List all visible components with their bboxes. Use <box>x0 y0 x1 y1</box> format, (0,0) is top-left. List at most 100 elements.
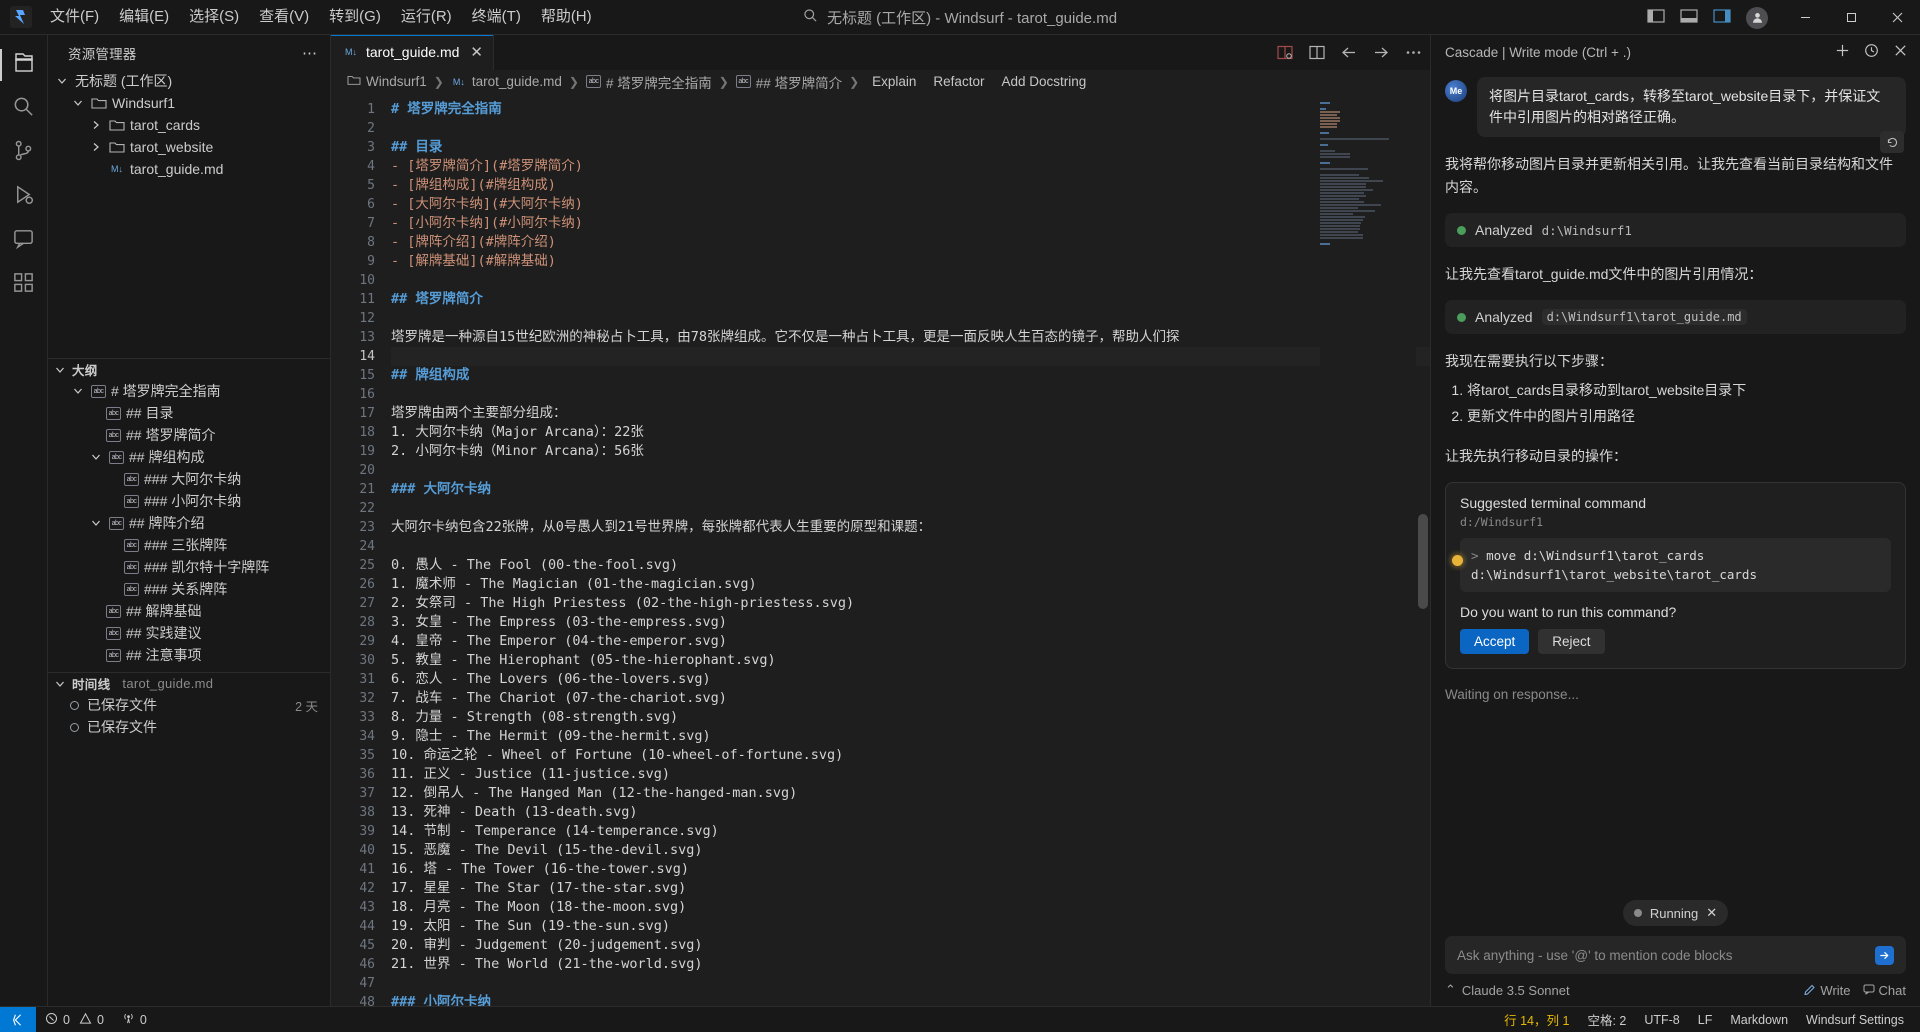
status-windsurf-settings[interactable]: Windsurf Settings <box>1797 1007 1920 1032</box>
code-line[interactable] <box>391 499 1430 518</box>
command-text-box[interactable]: > move d:\Windsurf1\tarot_cards d:\Winds… <box>1460 538 1891 592</box>
breadcrumb-symbol-h1[interactable]: abc # 塔罗牌完全指南 <box>585 72 712 92</box>
toggle-panel-icon[interactable] <box>1680 8 1699 27</box>
editor-scrollbar[interactable] <box>1418 513 1428 609</box>
code-line[interactable]: - [大阿尔卡纳](#大阿尔卡纳) <box>391 195 1430 214</box>
code-action-add-docstring[interactable]: Add Docstring <box>995 74 1092 89</box>
tree-workspace-root[interactable]: 无标题 (工作区) <box>48 70 330 92</box>
breadcrumb-symbol-h2[interactable]: abc ## 塔罗牌简介 <box>735 72 842 92</box>
activity-search[interactable] <box>0 87 48 131</box>
code-line[interactable]: ## 牌组构成 <box>391 366 1430 385</box>
outline-item[interactable]: abc ### 凯尔特十字牌阵 <box>48 556 330 578</box>
code-line[interactable]: 15. 恶魔 - The Devil (15-the-devil.svg) <box>391 841 1430 860</box>
tree-item-windsurf1[interactable]: Windsurf1 <box>48 92 330 114</box>
code-action-explain[interactable]: Explain <box>866 74 922 89</box>
code-line[interactable]: 塔罗牌由两个主要部分组成： <box>391 404 1430 423</box>
outline-item[interactable]: abc ### 三张牌阵 <box>48 534 330 556</box>
cascade-input[interactable] <box>1457 947 1875 963</box>
minimap[interactable] <box>1320 93 1416 1006</box>
tree-item-tarot-website[interactable]: tarot_website <box>48 136 330 158</box>
code-line[interactable]: 11. 正义 - Justice (11-justice.svg) <box>391 765 1430 784</box>
code-line[interactable]: 14. 节制 - Temperance (14-temperance.svg) <box>391 822 1430 841</box>
tab-tarot-guide-md[interactable]: M↓ tarot_guide.md ✕ <box>331 35 494 70</box>
tool-call-card[interactable]: Analyzed d:\Windsurf1 <box>1445 213 1906 247</box>
code-line[interactable]: ## 目录 <box>391 138 1430 157</box>
code-line[interactable]: 12. 倒吊人 - The Hanged Man (12-the-hanged-… <box>391 784 1430 803</box>
code-line[interactable] <box>391 385 1430 404</box>
breadcrumb-folder[interactable]: Windsurf1 <box>347 74 427 89</box>
running-cancel-icon[interactable]: ✕ <box>1706 905 1717 921</box>
menu-selection[interactable]: 选择(S) <box>179 3 249 31</box>
undo-icon[interactable] <box>1880 131 1904 153</box>
code-line[interactable]: - [解牌基础](#解牌基础) <box>391 252 1430 271</box>
status-cursor-position[interactable]: 行 14，列 1 <box>1495 1007 1578 1032</box>
code-line[interactable]: 10. 命运之轮 - Wheel of Fortune (10-wheel-of… <box>391 746 1430 765</box>
code-line[interactable]: 21. 世界 - The World (21-the-world.svg) <box>391 955 1430 974</box>
cascade-input-box[interactable] <box>1445 936 1906 974</box>
code-line[interactable]: 2. 女祭司 - The High Priestess (02-the-high… <box>391 594 1430 613</box>
outline-item[interactable]: abc ## 目录 <box>48 402 330 424</box>
back-arrow-icon[interactable] <box>1340 44 1358 62</box>
reject-button[interactable]: Reject <box>1538 629 1605 654</box>
code-line[interactable] <box>391 309 1430 328</box>
open-preview-icon[interactable] <box>1308 44 1326 62</box>
outline-item[interactable]: abc ## 塔罗牌简介 <box>48 424 330 446</box>
code-line[interactable]: 20. 审判 - Judgement (20-judgement.svg) <box>391 936 1430 955</box>
code-line[interactable]: ### 大阿尔卡纳 <box>391 480 1430 499</box>
activity-run-debug[interactable] <box>0 175 48 219</box>
outline-item[interactable]: abc ## 牌组构成 <box>48 446 330 468</box>
code-line[interactable] <box>391 461 1430 480</box>
tool-call-card[interactable]: Analyzed d:\Windsurf1\tarot_guide.md <box>1445 300 1906 334</box>
code-line[interactable]: 7. 战车 - The Chariot (07-the-chariot.svg) <box>391 689 1430 708</box>
status-language-mode[interactable]: Markdown <box>1721 1007 1797 1032</box>
code-line[interactable]: 4. 皇帝 - The Emperor (04-the-emperor.svg) <box>391 632 1430 651</box>
code-line[interactable]: 9. 隐士 - The Hermit (09-the-hermit.svg) <box>391 727 1430 746</box>
sidebar-more-actions-icon[interactable]: ⋯ <box>302 44 318 62</box>
activity-explorer[interactable] <box>0 43 48 87</box>
code-line[interactable]: # 塔罗牌完全指南 <box>391 100 1430 119</box>
code-editor[interactable]: 1 2 3 4 5 6 7 8 9 10 11 12 13 14 15 16 17 18 19 20 21 22 23 24 2… <box>331 93 1430 1006</box>
code-line[interactable] <box>391 537 1430 556</box>
menu-help[interactable]: 帮助(H) <box>531 3 602 31</box>
close-window-button[interactable] <box>1874 0 1920 35</box>
accept-button[interactable]: Accept <box>1460 629 1530 654</box>
status-eol[interactable]: LF <box>1689 1007 1722 1032</box>
status-encoding[interactable]: UTF-8 <box>1635 1007 1688 1032</box>
code-line[interactable]: - [小阿尔卡纳](#小阿尔卡纳) <box>391 214 1430 233</box>
toggle-primary-sidebar-icon[interactable] <box>1647 8 1666 27</box>
new-conversation-icon[interactable] <box>1835 43 1850 61</box>
activity-extensions[interactable] <box>0 263 48 307</box>
code-content[interactable]: # 塔罗牌完全指南 ## 目录 - [塔罗牌简介](#塔罗牌简介) - [牌组构成](… <box>391 94 1430 1006</box>
maximize-button[interactable] <box>1828 0 1874 35</box>
outline-item[interactable]: abc # 塔罗牌完全指南 <box>48 380 330 402</box>
timeline-entry[interactable]: 已保存文件 <box>48 716 330 738</box>
split-editor-icon[interactable] <box>1276 44 1294 62</box>
code-line[interactable]: - [牌阵介绍](#牌阵介绍) <box>391 233 1430 252</box>
code-line[interactable]: - [牌组构成](#牌组构成) <box>391 176 1430 195</box>
mode-chat[interactable]: Chat <box>1863 983 1906 998</box>
code-line[interactable]: 1. 魔术师 - The Magician (01-the-magician.s… <box>391 575 1430 594</box>
toggle-secondary-sidebar-icon[interactable] <box>1713 8 1732 27</box>
code-line[interactable]: - [塔罗牌简介](#塔罗牌简介) <box>391 157 1430 176</box>
status-problems[interactable]: 0 0 <box>36 1007 113 1032</box>
model-selector[interactable]: ⌃ Claude 3.5 Sonnet <box>1445 982 1570 998</box>
close-icon[interactable] <box>1893 43 1908 61</box>
code-line[interactable]: 16. 塔 - The Tower (16-the-tower.svg) <box>391 860 1430 879</box>
menu-edit[interactable]: 编辑(E) <box>109 3 179 31</box>
outline-item[interactable]: abc ### 小阿尔卡纳 <box>48 490 330 512</box>
status-ports[interactable]: 0 <box>113 1007 156 1032</box>
menu-go[interactable]: 转到(G) <box>319 3 391 31</box>
window-title-search[interactable]: 无标题 (工作区) - Windsurf - tarot_guide.md <box>803 7 1117 28</box>
code-line[interactable] <box>391 974 1430 993</box>
code-line[interactable]: 18. 月亮 - The Moon (18-the-moon.svg) <box>391 898 1430 917</box>
code-line[interactable]: ## 塔罗牌简介 <box>391 290 1430 309</box>
code-line[interactable]: 1. 大阿尔卡纳（Major Arcana）：22张 <box>391 423 1430 442</box>
outline-item[interactable]: abc ## 牌阵介绍 <box>48 512 330 534</box>
code-line[interactable]: 13. 死神 - Death (13-death.svg) <box>391 803 1430 822</box>
status-indentation[interactable]: 空格: 2 <box>1578 1007 1635 1032</box>
menu-file[interactable]: 文件(F) <box>40 3 109 31</box>
code-line[interactable]: 大阿尔卡纳包含22张牌，从0号愚人到21号世界牌，每张牌都代表人生重要的原型和课… <box>391 518 1430 537</box>
timeline-section-header[interactable]: 时间线 tarot_guide.md <box>48 672 330 694</box>
code-line[interactable]: 5. 教皇 - The Hierophant (05-the-hierophan… <box>391 651 1430 670</box>
code-line[interactable]: 2. 小阿尔卡纳（Minor Arcana）：56张 <box>391 442 1430 461</box>
